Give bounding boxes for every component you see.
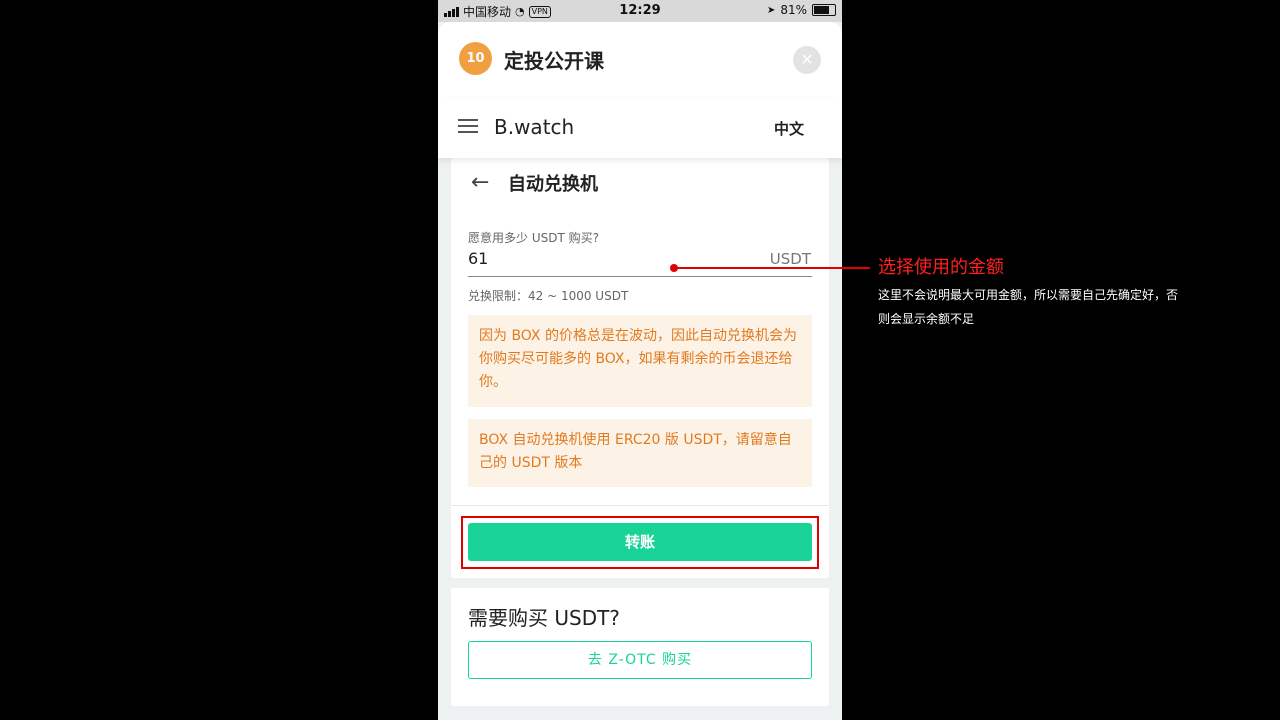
close-icon[interactable]: ✕ (793, 46, 821, 74)
annotation-description: 这里不会说明最大可用金额，所以需要自己先确定好，否则会显示余额不足 (878, 288, 1179, 326)
battery-percent: 81% (780, 3, 807, 17)
divider (451, 505, 829, 506)
battery-icon (812, 4, 836, 16)
language-switch[interactable]: 中文 (774, 118, 804, 139)
app-logo: 10 (459, 42, 492, 75)
phone-screen: 中国移动 ◔ VPN 12:29 ➤ 81% 10 定投公开课 ✕ B.watc… (438, 0, 842, 720)
buy-usdt-title: 需要购买 USDT? (468, 606, 620, 630)
navbar: B.watch 中文 (438, 98, 842, 158)
location-arrow-icon: ➤ (766, 4, 776, 16)
annotation-pointer-line (674, 267, 870, 269)
page-title: 自动兑换机 (508, 174, 598, 195)
status-bar: 中国移动 ◔ VPN 12:29 ➤ 81% (438, 0, 842, 22)
arrow-left-icon[interactable]: ← (471, 170, 489, 195)
amount-field-label: 愿意用多少 USDT 购买? (468, 231, 599, 245)
amount-unit: USDT (769, 250, 811, 268)
app-title: 定投公开课 (504, 49, 604, 73)
erc20-notice: BOX 自动兑换机使用 ERC20 版 USDT，请留意自己的 USDT 版本 (468, 419, 812, 487)
hamburger-icon[interactable] (458, 119, 478, 133)
buy-usdt-card: 需要购买 USDT? 去 Z-OTC 购买 (451, 588, 829, 706)
transfer-button[interactable]: 转账 (468, 523, 812, 561)
amount-input[interactable] (468, 249, 788, 268)
exchange-limit: 兑换限制：42 ~ 1000 USDT (468, 289, 629, 303)
input-underline (468, 276, 812, 277)
main-content: ← 自动兑换机 愿意用多少 USDT 购买? USDT 兑换限制：42 ~ 10… (438, 158, 842, 720)
z-otc-buy-button[interactable]: 去 Z-OTC 购买 (468, 641, 812, 679)
price-notice: 因为 BOX 的价格总是在波动，因此自动兑换机会为你购买尽可能多的 BOX，如果… (468, 315, 812, 407)
exchange-card: ← 自动兑换机 愿意用多少 USDT 购买? USDT 兑换限制：42 ~ 10… (451, 158, 829, 578)
app-sheet: 10 定投公开课 ✕ B.watch 中文 ← 自动兑换机 愿意用多少 USDT… (438, 22, 842, 720)
status-right: ➤ 81% (767, 3, 836, 17)
brand-name[interactable]: B.watch (494, 115, 574, 139)
annotation-title: 选择使用的金额 (878, 257, 1004, 278)
battery-fill (814, 6, 829, 14)
app-header: 10 定投公开课 ✕ (438, 22, 842, 98)
